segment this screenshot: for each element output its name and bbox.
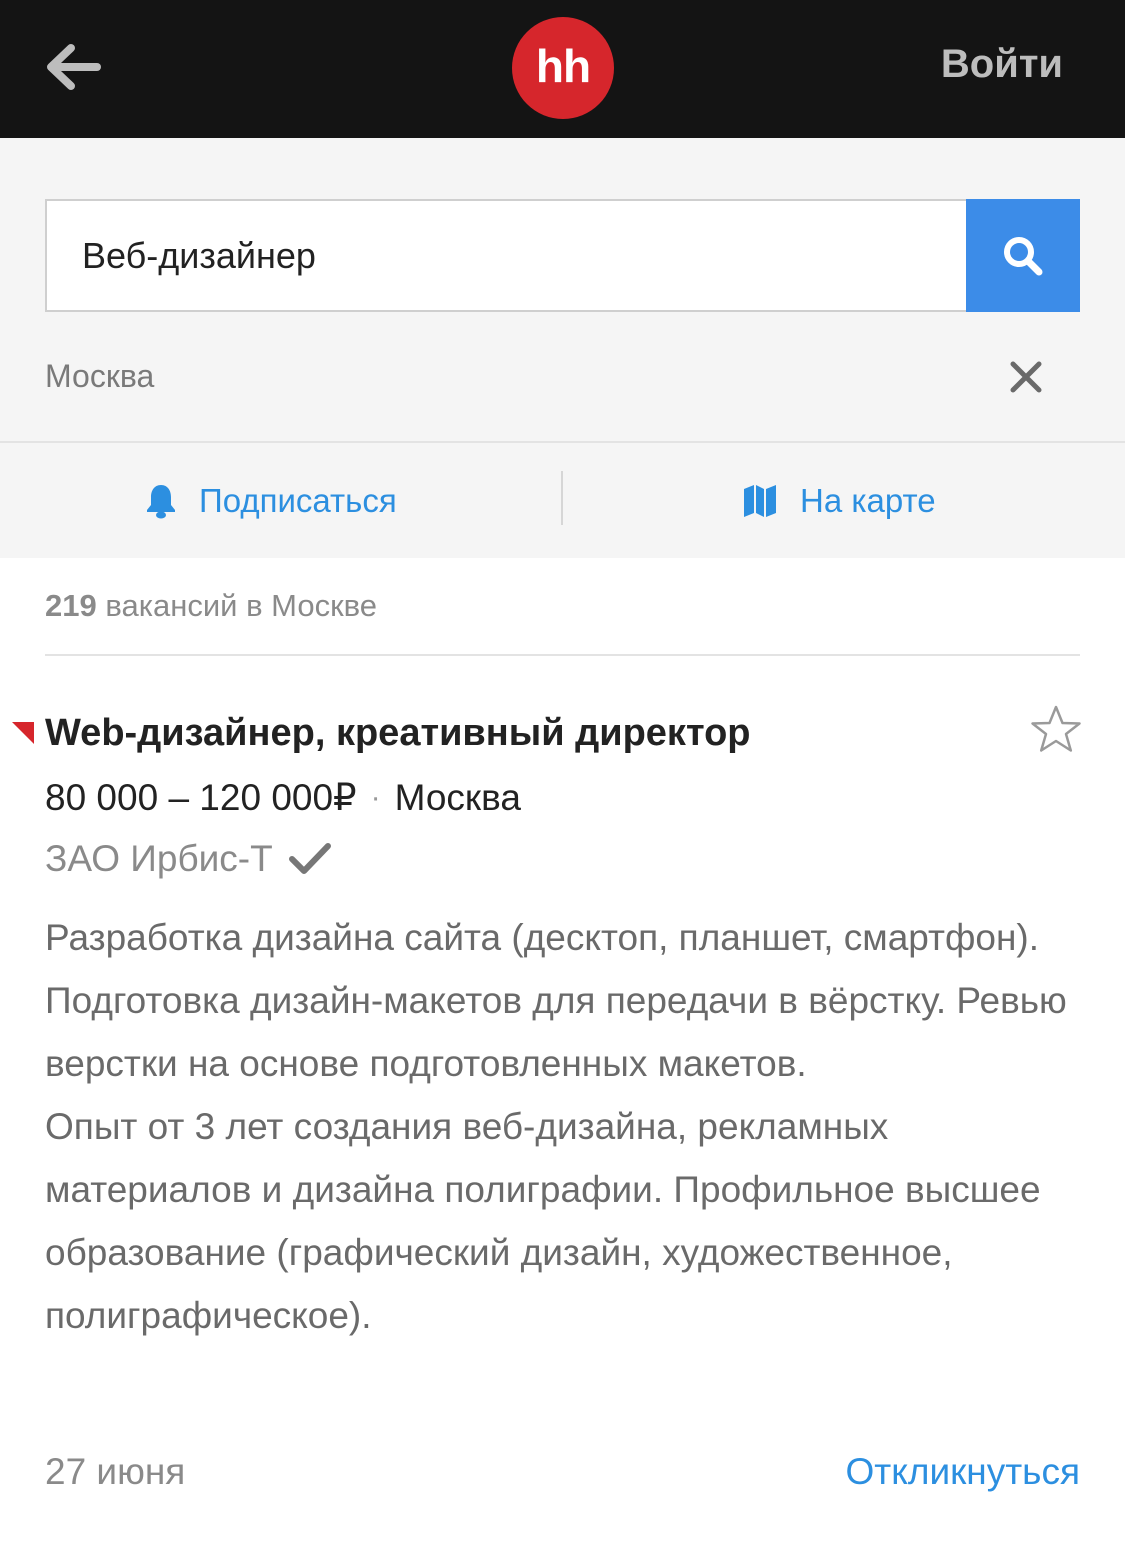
region-field[interactable]: Москва bbox=[45, 358, 154, 395]
vacancy-card: Web-дизайнер, креативный директор 80 000… bbox=[0, 656, 1125, 1547]
search-input[interactable] bbox=[45, 199, 967, 312]
highlight-flag bbox=[12, 722, 34, 744]
back-button[interactable] bbox=[40, 36, 106, 98]
vacancy-city: Москва bbox=[394, 776, 521, 818]
results-count: 219 вакансий в Москве bbox=[45, 588, 377, 624]
search-icon bbox=[1004, 236, 1043, 275]
vacancy-salary: 80 000 – 120 000₽ bbox=[45, 777, 357, 818]
hh-logo[interactable]: hh bbox=[512, 17, 614, 119]
search-panel: Москва bbox=[0, 138, 1125, 441]
results-count-number: 219 bbox=[45, 588, 97, 623]
vacancy-description: Разработка дизайна сайта (десктоп, планш… bbox=[45, 906, 1085, 1347]
actions-bar: Подписаться На карте bbox=[0, 443, 1125, 558]
search-button[interactable] bbox=[966, 199, 1080, 312]
vacancy-title[interactable]: Web-дизайнер, креативный директор bbox=[45, 712, 751, 755]
meta-separator: · bbox=[370, 780, 381, 814]
bell-icon bbox=[145, 483, 177, 519]
subscribe-button[interactable]: Подписаться bbox=[145, 443, 397, 558]
star-icon bbox=[1031, 705, 1081, 752]
map-label: На карте bbox=[800, 481, 936, 519]
top-bar: hh Войти bbox=[0, 0, 1125, 138]
arrow-left-icon bbox=[47, 44, 101, 90]
checkmark-icon bbox=[288, 842, 331, 876]
subscribe-label: Подписаться bbox=[199, 481, 397, 519]
clear-region-button[interactable] bbox=[1004, 355, 1048, 399]
vacancy-meta: 80 000 – 120 000₽ · Москва bbox=[45, 776, 521, 819]
respond-button[interactable]: Откликнуться bbox=[846, 1451, 1080, 1493]
vacancy-date: 27 июня bbox=[45, 1451, 186, 1492]
logo-text: hh bbox=[535, 40, 591, 92]
map-button[interactable]: На карте bbox=[742, 443, 936, 558]
favorite-button[interactable] bbox=[1030, 704, 1082, 756]
actions-separator bbox=[561, 471, 563, 525]
vacancy-responsibilities: Разработка дизайна сайта (десктоп, планш… bbox=[45, 917, 1067, 1084]
company-name[interactable]: ЗАО Ирбис-Т bbox=[45, 838, 273, 880]
vacancy-requirements: Опыт от 3 лет создания веб-дизайна, рекл… bbox=[45, 1106, 1041, 1336]
results-count-suffix: вакансий в Москве bbox=[105, 588, 377, 623]
vacancy-company: ЗАО Ирбис-Т bbox=[45, 838, 331, 880]
map-icon bbox=[742, 483, 778, 519]
login-button[interactable]: Войти bbox=[941, 42, 1063, 87]
close-icon bbox=[1010, 361, 1042, 393]
